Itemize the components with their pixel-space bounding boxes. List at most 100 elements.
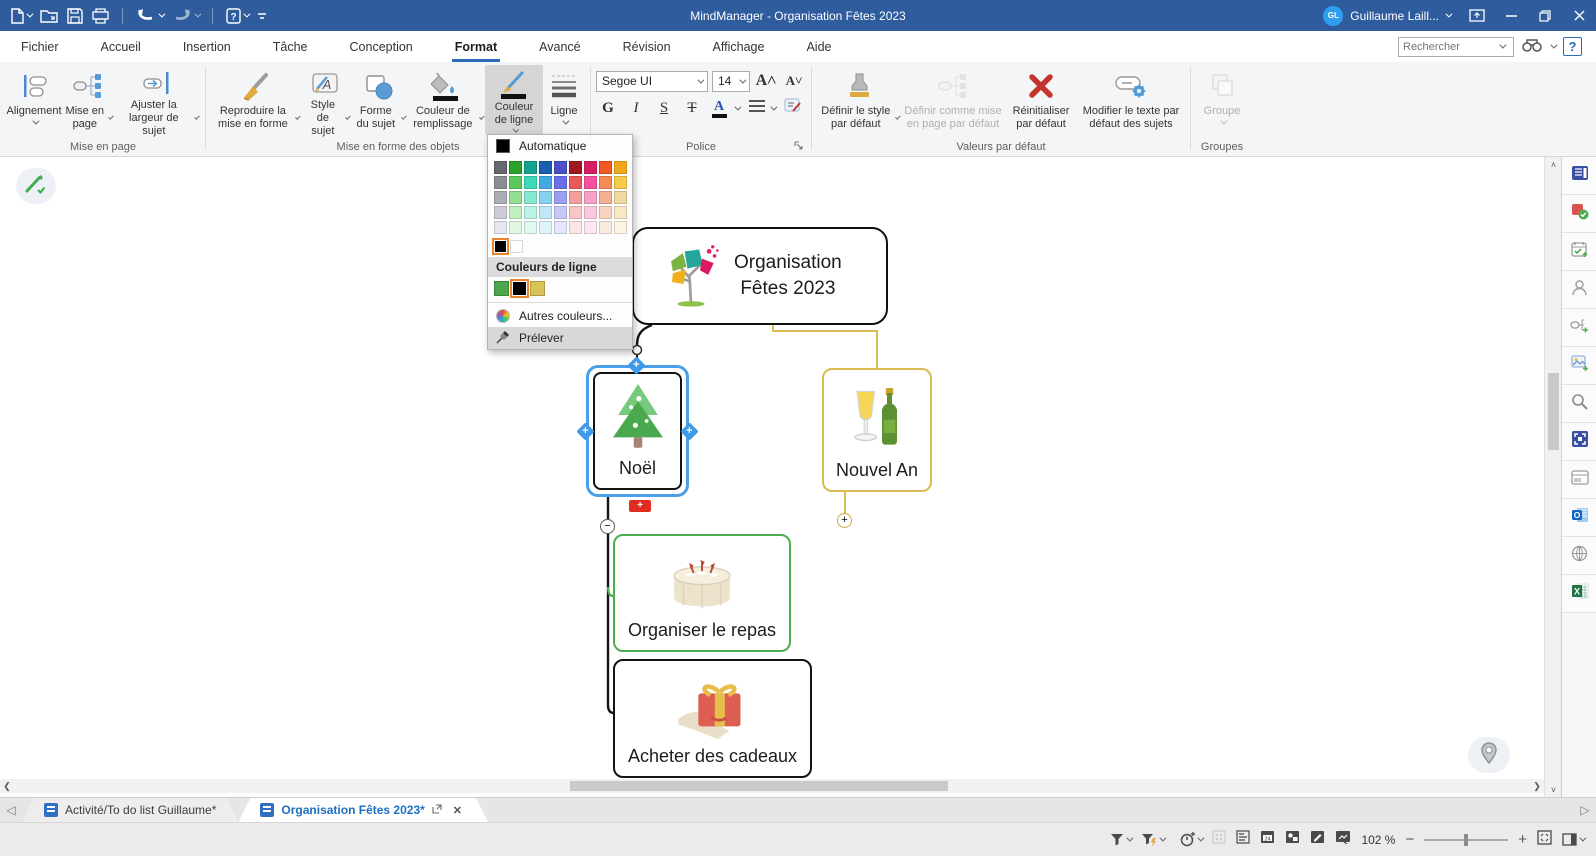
expand-button[interactable]: + xyxy=(837,513,852,528)
line-spacing-icon[interactable] xyxy=(748,99,766,118)
grow-font-button[interactable]: A˄ xyxy=(754,70,778,92)
chevron-down-icon[interactable] xyxy=(26,11,33,18)
search-box[interactable] xyxy=(1398,37,1514,57)
color-swatch[interactable] xyxy=(530,281,545,296)
tag-view-button[interactable] xyxy=(1285,830,1300,849)
ribbon-display-options-button[interactable] xyxy=(1460,0,1494,31)
tab-format[interactable]: Format xyxy=(434,31,518,62)
tab-affichage[interactable]: Affichage xyxy=(692,31,786,62)
color-swatch[interactable] xyxy=(509,161,522,174)
chevron-down-icon[interactable] xyxy=(1499,42,1506,49)
search-input[interactable] xyxy=(1403,41,1499,53)
modifier-texte-defaut-button[interactable]: Modifier le texte par défaut des sujets xyxy=(1077,65,1185,135)
fit-map-button[interactable] xyxy=(1537,830,1552,850)
color-swatch[interactable] xyxy=(599,176,612,189)
color-swatch[interactable] xyxy=(554,221,567,234)
color-swatch[interactable] xyxy=(524,221,537,234)
color-swatch[interactable] xyxy=(614,206,627,219)
tab-avance[interactable]: Avancé xyxy=(518,31,601,62)
tab-conception[interactable]: Conception xyxy=(329,31,434,62)
definir-style-defaut-button[interactable]: Définir le style par défaut xyxy=(817,65,901,135)
close-button[interactable] xyxy=(1562,0,1596,31)
reproduire-mise-en-forme-button[interactable]: Reproduire la mise en forme xyxy=(211,65,301,135)
reinitialiser-defaut-button[interactable]: Réinitialiser par défaut xyxy=(1005,65,1077,135)
horizontal-scroll-thumb[interactable] xyxy=(570,781,948,791)
doc-tab-activite[interactable]: Activité/To do list Guillaume* xyxy=(22,798,238,822)
shrink-font-button[interactable]: A˅ xyxy=(782,70,806,92)
chevron-down-icon[interactable] xyxy=(243,11,250,18)
color-swatch[interactable] xyxy=(614,161,627,174)
color-swatch[interactable] xyxy=(509,191,522,204)
more-commands-icon[interactable] xyxy=(257,11,267,21)
power-filter-button[interactable] xyxy=(1180,832,1202,847)
sidebar-item-add-topic[interactable] xyxy=(1562,309,1596,347)
style-de-sujet-button[interactable]: A Style de sujet xyxy=(301,65,351,135)
pick-color-item[interactable]: Prélever xyxy=(488,327,632,349)
scroll-right-arrow[interactable]: ❯ xyxy=(1530,779,1544,793)
color-swatch[interactable] xyxy=(539,176,552,189)
sidebar-item-index[interactable] xyxy=(1562,157,1596,195)
topic-noel[interactable]: Noël xyxy=(593,372,682,490)
automatic-color-item[interactable]: Automatique xyxy=(488,135,632,157)
quick-filter-button[interactable] xyxy=(1141,833,1164,846)
tab-accueil[interactable]: Accueil xyxy=(80,31,162,62)
color-swatch[interactable] xyxy=(584,221,597,234)
sidebar-item-snippets[interactable] xyxy=(1562,461,1596,499)
underline-button[interactable]: S xyxy=(652,97,676,119)
sidebar-item-excel[interactable]: X xyxy=(1562,575,1596,613)
zoom-in-button[interactable]: + xyxy=(1518,832,1527,847)
zoom-out-button[interactable]: − xyxy=(1405,832,1414,847)
color-swatch[interactable] xyxy=(494,176,507,189)
redo-icon[interactable] xyxy=(172,8,199,23)
dialog-launcher-icon[interactable] xyxy=(794,141,803,153)
color-swatch[interactable] xyxy=(554,176,567,189)
color-swatch[interactable] xyxy=(494,240,507,253)
color-swatch[interactable] xyxy=(599,191,612,204)
color-swatch[interactable] xyxy=(509,176,522,189)
clear-formatting-icon[interactable] xyxy=(784,98,802,119)
color-swatch[interactable] xyxy=(494,191,507,204)
map-location-button[interactable] xyxy=(1468,737,1510,773)
color-swatch[interactable] xyxy=(524,176,537,189)
font-size-select[interactable]: 14 xyxy=(712,71,750,92)
sidebar-item-search[interactable] xyxy=(1562,385,1596,423)
color-swatch[interactable] xyxy=(599,161,612,174)
filter-button[interactable] xyxy=(1110,833,1131,846)
color-swatch[interactable] xyxy=(539,206,552,219)
user-avatar[interactable]: GL xyxy=(1323,6,1343,26)
forme-du-sujet-button[interactable]: Forme du sujet xyxy=(351,65,407,135)
color-swatch[interactable] xyxy=(569,161,582,174)
bold-button[interactable]: G xyxy=(596,97,620,119)
schedule-view-button[interactable]: 24 xyxy=(1260,830,1275,849)
color-swatch[interactable] xyxy=(494,281,509,296)
tab-revision[interactable]: Révision xyxy=(602,31,692,62)
sidebar-item-task-tags[interactable] xyxy=(1562,195,1596,233)
binoculars-search-icon[interactable] xyxy=(1522,38,1542,55)
more-colors-item[interactable]: Autres couleurs... xyxy=(488,305,632,327)
couleur-de-remplissage-button[interactable]: Couleur de remplissage xyxy=(407,65,485,135)
color-swatch[interactable] xyxy=(554,191,567,204)
color-swatch[interactable] xyxy=(599,206,612,219)
color-swatch[interactable] xyxy=(584,191,597,204)
color-swatch[interactable] xyxy=(569,206,582,219)
help-icon[interactable]: ? xyxy=(226,8,248,24)
color-swatch[interactable] xyxy=(539,221,552,234)
chevron-down-icon[interactable] xyxy=(194,11,201,18)
collapse-button[interactable]: − xyxy=(600,519,615,534)
color-swatch[interactable] xyxy=(512,281,527,296)
color-swatch[interactable] xyxy=(509,206,522,219)
font-family-select[interactable]: Segoe UI xyxy=(596,71,708,92)
color-swatch[interactable] xyxy=(524,161,537,174)
color-swatch[interactable] xyxy=(569,221,582,234)
scroll-left-arrow[interactable]: ❮ xyxy=(0,779,14,793)
color-swatch[interactable] xyxy=(510,240,523,253)
minimize-button[interactable] xyxy=(1494,0,1528,31)
user-name[interactable]: Guillaume Laill... xyxy=(1350,9,1439,23)
color-swatch[interactable] xyxy=(584,176,597,189)
color-swatch[interactable] xyxy=(554,206,567,219)
color-swatch[interactable] xyxy=(554,161,567,174)
font-color-button[interactable]: A xyxy=(708,99,730,118)
chevron-down-icon[interactable] xyxy=(1445,11,1452,18)
vertical-scroll-thumb[interactable] xyxy=(1548,373,1559,450)
sidebar-item-fit[interactable] xyxy=(1562,423,1596,461)
